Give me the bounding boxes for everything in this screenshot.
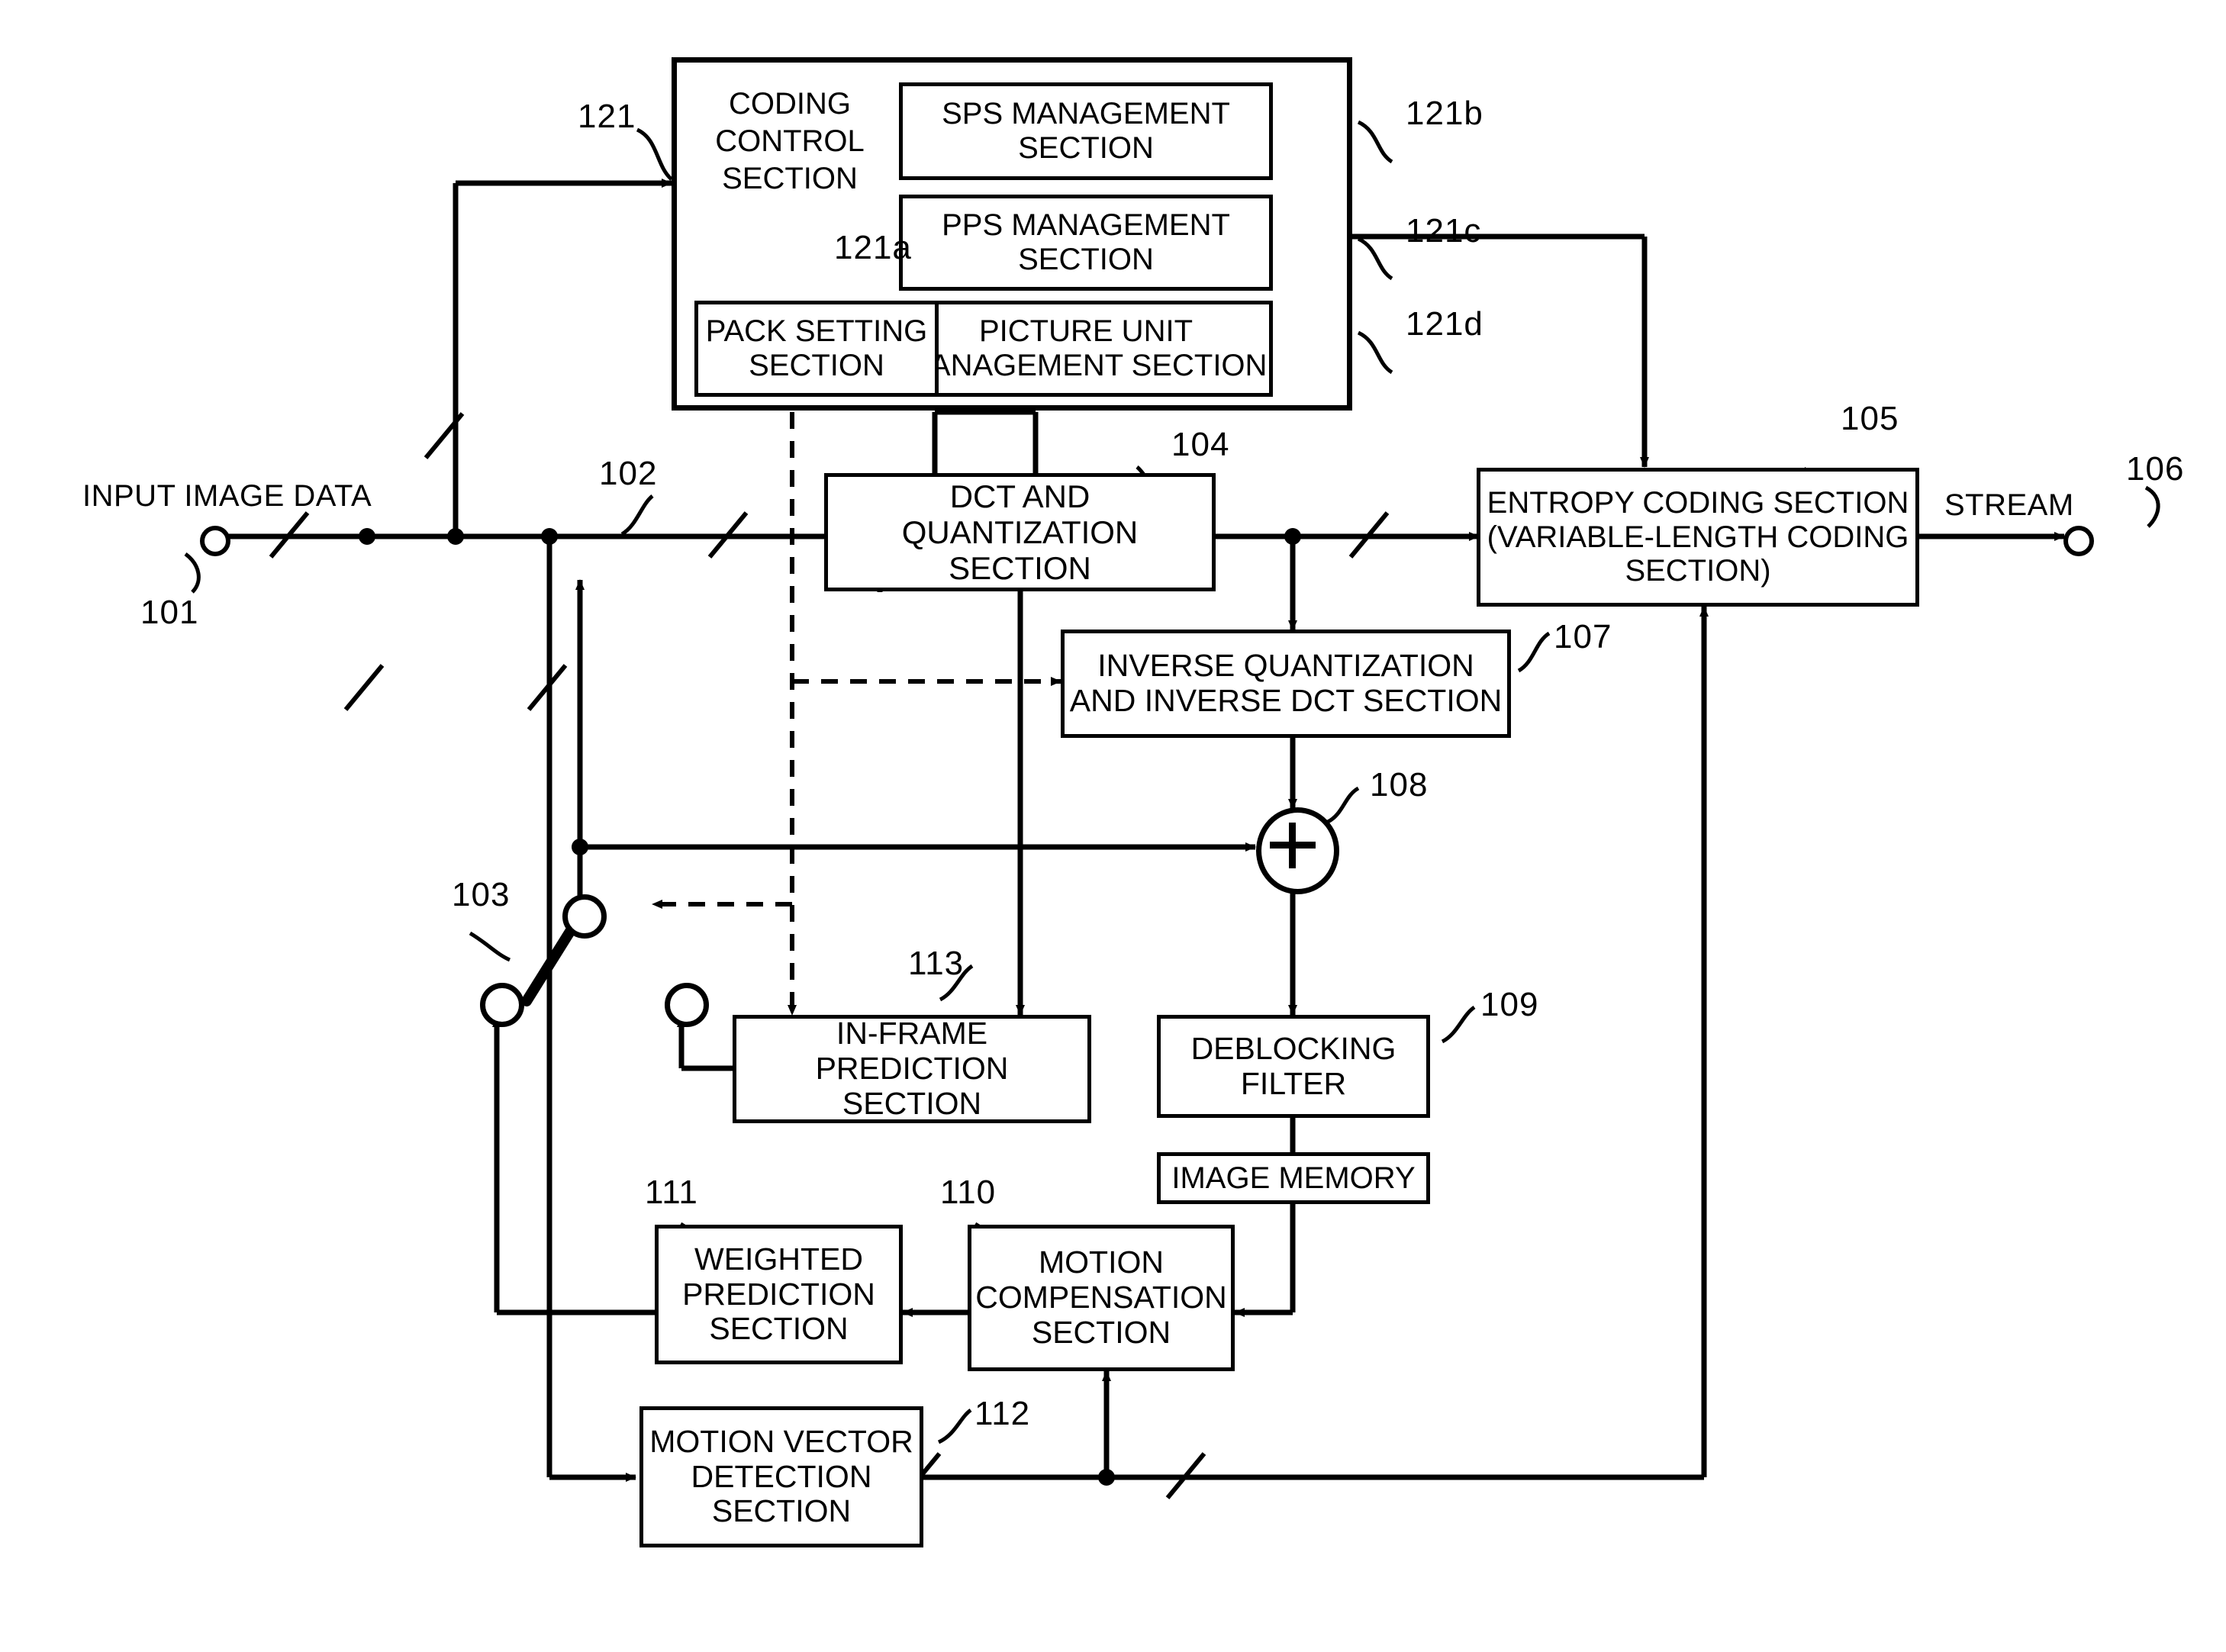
- ref-113: 113: [908, 945, 965, 982]
- ref-121: 121: [578, 98, 636, 135]
- weighted-prediction-section[interactable]: WEIGHTED PREDICTION SECTION: [655, 1225, 903, 1364]
- ref-110: 110: [940, 1174, 997, 1211]
- motion-compensation-section[interactable]: MOTION COMPENSATION SECTION: [968, 1225, 1235, 1371]
- ref-121d: 121d: [1406, 305, 1483, 343]
- ref-101: 101: [140, 594, 199, 631]
- input-image-data-label: INPUT IMAGE DATA: [82, 479, 372, 513]
- image-memory-label: IMAGE MEMORY: [1171, 1161, 1416, 1195]
- sps-management-section[interactable]: SPS MANAGEMENT SECTION: [899, 82, 1273, 180]
- motion-vector-detection-section-label: MOTION VECTOR DETECTION SECTION: [649, 1423, 913, 1529]
- entropy-coding-section[interactable]: ENTROPY CODING SECTION (VARIABLE-LENGTH …: [1477, 468, 1919, 607]
- ref-104: 104: [1171, 426, 1230, 463]
- ref-109: 109: [1480, 986, 1539, 1023]
- input-terminal-node: [200, 526, 230, 556]
- in-frame-prediction-section-label: IN-FRAME PREDICTION SECTION: [815, 1016, 1009, 1121]
- image-memory[interactable]: IMAGE MEMORY: [1157, 1152, 1430, 1204]
- ref-112: 112: [974, 1395, 1031, 1432]
- picture-unit-management-section[interactable]: PICTURE UNIT MANAGEMENT SECTION: [899, 301, 1273, 397]
- deblocking-filter-label: DEBLOCKING FILTER: [1190, 1030, 1396, 1101]
- ref-106: 106: [2126, 450, 2185, 488]
- stream-label: STREAM: [1944, 488, 2074, 522]
- sps-management-section-label: SPS MANAGEMENT SECTION: [942, 97, 1230, 165]
- entropy-coding-section-label: ENTROPY CODING SECTION (VARIABLE-LENGTH …: [1487, 485, 1909, 588]
- switch-contact-inter-node[interactable]: [480, 983, 524, 1027]
- in-frame-prediction-section[interactable]: IN-FRAME PREDICTION SECTION: [733, 1015, 1091, 1123]
- weighted-prediction-section-label: WEIGHTED PREDICTION SECTION: [682, 1241, 875, 1347]
- pack-setting-section-label: PACK SETTING SECTION: [705, 314, 928, 382]
- dct-quantization-section-label: DCT AND QUANTIZATION SECTION: [901, 478, 1139, 587]
- inverse-quantization-dct-section-label: INVERSE QUANTIZATION AND INVERSE DCT SEC…: [1069, 648, 1503, 718]
- motion-vector-detection-section[interactable]: MOTION VECTOR DETECTION SECTION: [639, 1406, 923, 1547]
- ref-102: 102: [599, 455, 658, 492]
- ref-105: 105: [1841, 400, 1899, 437]
- coding-control-section-label: CODING CONTROL SECTION: [715, 87, 865, 195]
- ref-108: 108: [1370, 766, 1429, 803]
- ref-111: 111: [645, 1174, 698, 1211]
- dct-quantization-section[interactable]: DCT AND QUANTIZATION SECTION: [824, 473, 1216, 591]
- switch-pivot-node[interactable]: [562, 894, 607, 939]
- ref-103: 103: [452, 876, 511, 913]
- pack-setting-section[interactable]: PACK SETTING SECTION: [694, 301, 939, 397]
- ref-121a: 121a: [834, 229, 912, 266]
- ref-107: 107: [1554, 618, 1612, 655]
- switch-contact-intra-node[interactable]: [665, 983, 709, 1027]
- plus-sign-v-icon: [1289, 823, 1296, 868]
- picture-unit-management-section-label: PICTURE UNIT MANAGEMENT SECTION: [904, 314, 1268, 382]
- ref-121c: 121c: [1406, 212, 1482, 250]
- adder-node: [1256, 807, 1339, 894]
- deblocking-filter[interactable]: DEBLOCKING FILTER: [1157, 1015, 1430, 1118]
- patent-figure-canvas: 101 INPUT IMAGE DATA 102 108 103 106 STR…: [0, 0, 2226, 1652]
- pps-management-section-label: PPS MANAGEMENT SECTION: [942, 208, 1230, 276]
- inverse-quantization-dct-section[interactable]: INVERSE QUANTIZATION AND INVERSE DCT SEC…: [1061, 630, 1511, 738]
- pps-management-section[interactable]: PPS MANAGEMENT SECTION: [899, 195, 1273, 291]
- motion-compensation-section-label: MOTION COMPENSATION SECTION: [975, 1245, 1227, 1350]
- output-terminal-node: [2063, 526, 2094, 556]
- ref-121b: 121b: [1406, 95, 1483, 132]
